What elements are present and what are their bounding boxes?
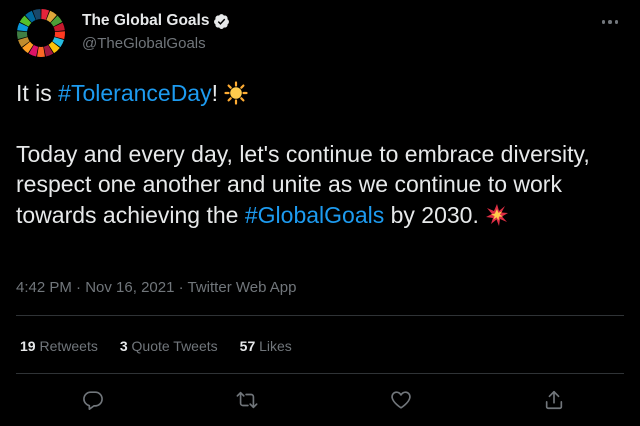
tweet-time[interactable]: 4:42 PM [16,279,72,296]
likes-stat[interactable]: 57 Likes [240,338,292,354]
sdg-wheel-avatar[interactable] [16,8,66,58]
collision-emoji [486,203,509,226]
hashtag-tolerance-day[interactable]: #ToleranceDay [58,80,211,106]
divider [16,373,624,374]
tweet-stats: 19 Retweets 3 Quote Tweets 57 Likes [20,338,292,354]
tweet-client[interactable]: Twitter Web App [188,279,297,296]
account-name[interactable]: The Global Goals [82,12,209,30]
sun-emoji [224,81,248,105]
retweet-button[interactable] [233,386,261,414]
hashtag-global-goals[interactable]: #GlobalGoals [245,202,384,228]
verified-badge-icon [214,13,230,29]
retweet-icon [236,391,258,409]
reply-button[interactable] [79,386,107,414]
tweet-line-1: It is #ToleranceDay! [16,78,626,109]
quote-tweets-stat[interactable]: 3 Quote Tweets [120,338,218,354]
account-handle[interactable]: @TheGlobalGoals [82,35,230,52]
divider [16,315,624,316]
heart-icon [391,391,411,409]
more-icon[interactable] [596,12,624,32]
share-button[interactable] [540,386,568,414]
like-button[interactable] [387,386,415,414]
tweet-actions [0,386,640,414]
tweet-text: It is #ToleranceDay! Today and every day… [16,78,626,230]
retweets-stat[interactable]: 19 Retweets [20,338,98,354]
share-icon [545,390,563,410]
tweet-paragraph-2: Today and every day, let's continue to e… [16,140,590,228]
tweet-metadata: 4:42 PM · Nov 16, 2021 · Twitter Web App [16,279,297,296]
reply-icon [83,391,103,410]
author-block: The Global Goals @TheGlobalGoals [82,12,230,52]
tweet-date[interactable]: Nov 16, 2021 [85,279,174,296]
